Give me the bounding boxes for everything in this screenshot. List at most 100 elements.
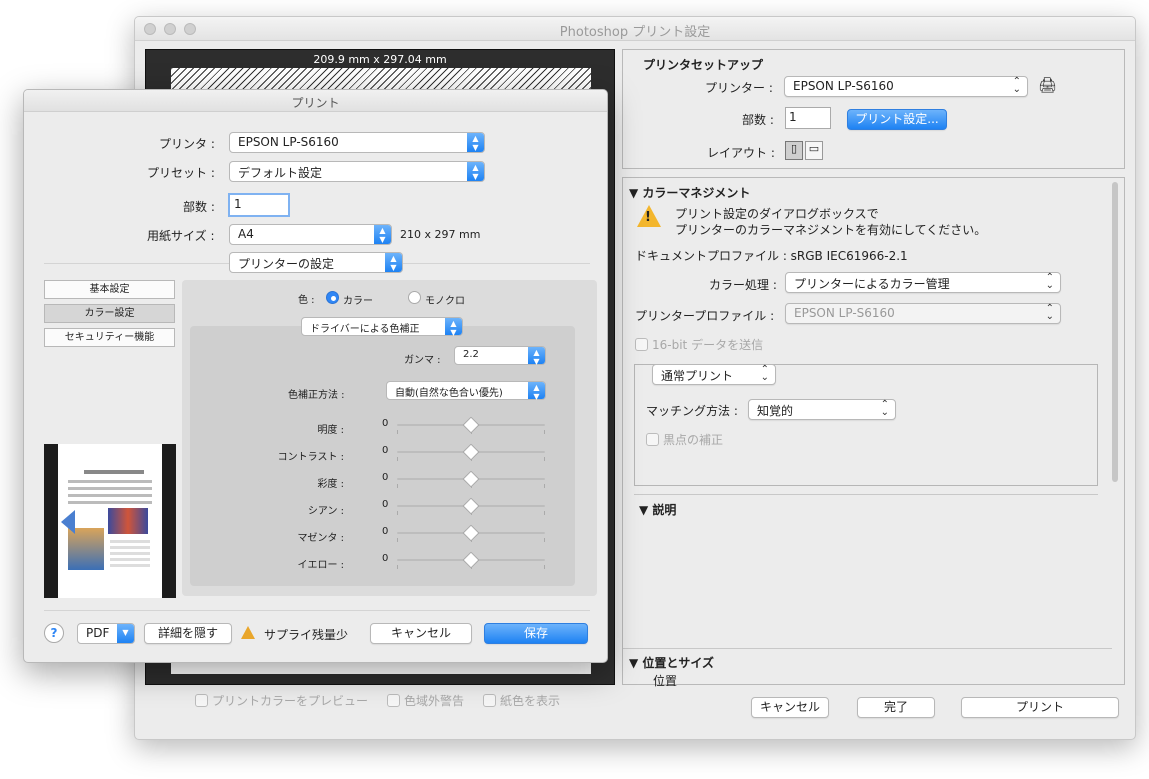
correction-method-select[interactable]: 自動(自然な色合い優先) ▲ ▼ [386,381,546,401]
landscape-layout-icon[interactable]: ▭ [805,141,823,160]
pd-save-button[interactable]: 保存 [484,623,588,644]
gamma-label: ガンマ : [404,355,441,366]
hide-details-button[interactable]: 詳細を隠す [144,623,232,644]
color-handling-label: カラー処理 : [709,278,777,292]
printer-select[interactable]: EPSON LP-S6160 ▲ ▼ [229,132,485,153]
ps-settings-column: プリンタセットアップ プリンター : EPSON LP-S6160 ⌃ ⌄ 🖨 部数… [622,49,1125,688]
warning-text-line2: プリンターのカラーマネジメントを有効にしてください。 [675,223,987,237]
thumbnail-line [68,494,152,497]
printer-profile-select[interactable]: EPSON LP-S6160 ⌃ ⌄ [785,303,1061,324]
divider [623,648,1112,649]
pd-cancel-button[interactable]: キャンセル [370,623,472,644]
checkbox-label: 色域外警告 [404,694,465,708]
portrait-layout-icon[interactable]: ▯ [785,141,803,160]
position-size-heading[interactable]: ▼ 位置とサイズ [629,654,714,671]
preset-label: プリセット : [147,166,215,180]
ps-print-button[interactable]: プリント [961,697,1119,718]
show-paper-color-checkbox[interactable]: 紙色を表示 [483,692,560,709]
copies-label: 部数 : [183,200,215,214]
mono-radio-label: モノクロ [425,296,465,307]
copies-label: 部数 : [742,113,774,127]
slider-value: 0 [382,472,389,483]
matching-method-select[interactable]: 知覚的 ⌃ ⌄ [748,399,896,420]
divider [44,610,590,611]
slider-tick [544,457,545,461]
ps-titlebar: Photoshop プリント設定 [135,17,1135,41]
slider-label: シアン : [307,506,344,517]
disclosure-triangle-icon: ▼ [639,503,653,517]
mono-radio[interactable] [408,291,421,304]
tab-basic[interactable]: 基本設定 [44,280,175,299]
print-settings-button[interactable]: プリント設定... [847,109,947,130]
color-management-heading[interactable]: ▼ カラーマネジメント [629,184,750,201]
chevron-updown-icon: ▲ ▼ [467,133,484,152]
chevron-updown-icon: ⌃ ⌄ [1045,272,1054,291]
slider-label: 彩度 : [317,479,344,490]
preset-select[interactable]: デフォルト設定 ▲ ▼ [229,161,485,182]
thumbnail-heading [84,470,144,474]
slider-tick [397,484,398,488]
ps-done-button[interactable]: 完了 [857,697,935,718]
ps-window-title: Photoshop プリント設定 [559,25,711,40]
chevron-down-icon: ▼ [117,624,134,643]
thumbnail-line [68,501,152,504]
preview-colors-checkbox[interactable]: プリントカラーをプレビュー [195,692,368,709]
previous-page-icon[interactable] [61,510,75,534]
printer-setup-panel: プリンタセットアップ プリンター : EPSON LP-S6160 ⌃ ⌄ 🖨 部数… [622,49,1125,169]
correction-group [190,326,575,586]
copies-input[interactable]: 1 [228,193,290,217]
correction-method-label: 色補正方法 : [288,390,345,401]
scrollbar[interactable] [1112,182,1118,482]
print-dialog-titlebar: プリント [24,90,607,112]
divider [634,494,1098,495]
slider-tick [397,457,398,461]
color-handling-select[interactable]: プリンターによるカラー管理 ⌃ ⌄ [785,272,1061,293]
chevron-updown-icon: ▲ ▼ [445,318,462,337]
chevron-updown-icon: ▲ ▼ [528,347,545,366]
printer-profile-label: プリンタープロファイル : [635,309,775,323]
ps-cancel-button[interactable]: キャンセル [751,697,829,718]
document-profile: ドキュメントプロファイル : sRGB IEC61966-2.1 [635,249,908,263]
color-mode-label: 色 : [298,295,315,306]
color-radio[interactable] [326,291,339,304]
printer-select[interactable]: EPSON LP-S6160 ⌃ ⌄ [784,76,1028,97]
tab-color[interactable]: カラー設定 [44,304,175,323]
slider-tick [397,565,398,569]
slider-tick [397,430,398,434]
slider-value: 0 [382,526,389,537]
slider-tick [544,430,545,434]
black-point-checkbox[interactable]: 黒点の補正 [646,431,723,448]
chevron-updown-icon: ⌃ ⌄ [760,364,769,383]
supply-warning-icon [241,626,255,639]
slider-value: 0 [382,553,389,564]
gamma-select[interactable]: 2.2 ▲ ▼ [454,346,546,366]
thumbnail-photo [68,528,104,570]
slider-value: 0 [382,499,389,510]
correction-select[interactable]: ドライバーによる色補正 ▲ ▼ [301,317,463,337]
print-mode-select[interactable]: 通常プリント ⌃ ⌄ [652,364,776,385]
section-select[interactable]: プリンターの設定 ▲ ▼ [229,252,403,273]
chevron-updown-icon: ▲ ▼ [385,253,402,272]
tab-security[interactable]: セキュリティー機能 [44,328,175,347]
supply-warning-text: サプライ残量少 [264,628,349,642]
slider-label: マゼンタ : [297,533,344,544]
slider-value: 0 [382,418,389,429]
paper-size-select[interactable]: A4 ▲ ▼ [229,224,392,245]
pdf-menu-button[interactable]: PDF ▼ [77,623,135,644]
copies-input[interactable]: 1 [785,107,831,129]
slider-value: 0 [382,445,389,456]
checkbox-label: 紙色を表示 [500,694,561,708]
slider-label: 明度 : [317,425,344,436]
thumbnail-line [68,487,152,490]
slider-tick [397,511,398,515]
printer-options-icon[interactable]: 🖨 [1038,76,1057,94]
gamut-warning-checkbox[interactable]: 色域外警告 [387,692,464,709]
send-16bit-checkbox[interactable]: 16-bit データを送信 [635,336,763,353]
chevron-updown-icon: ▲ ▼ [467,162,484,181]
warning-icon-mark: ! [645,210,651,225]
checkbox-box [635,338,648,351]
description-heading[interactable]: ▼ 説明 [639,501,676,518]
chevron-updown-icon: ▲ ▼ [528,382,545,401]
help-button[interactable]: ? [44,623,64,643]
slider-tick [544,565,545,569]
